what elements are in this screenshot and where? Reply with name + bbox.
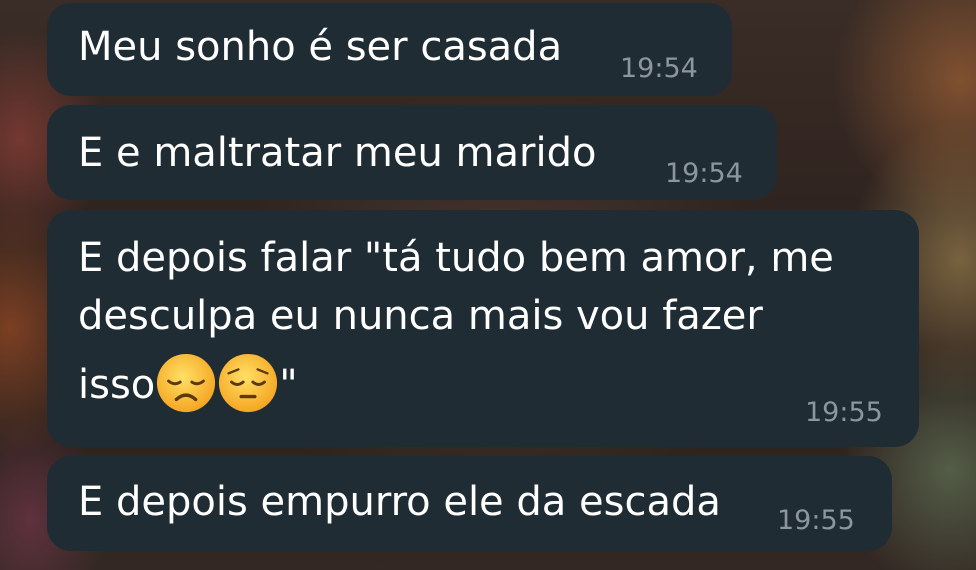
message-timestamp: 19:55 bbox=[805, 397, 883, 428]
disappointed-face-icon bbox=[157, 353, 216, 413]
message-text: E depois empurro ele da escada bbox=[78, 479, 721, 525]
message-text-line: desculpa eu nunca mais vou fazer bbox=[78, 293, 763, 339]
message-bubble[interactable]: Meu sonho é ser casada 19:54 bbox=[47, 3, 732, 96]
message-bubble[interactable]: E e maltratar meu marido 19:54 bbox=[47, 105, 777, 200]
message-timestamp: 19:55 bbox=[777, 505, 855, 536]
message-text-fragment: isso bbox=[78, 362, 156, 408]
message-text: Meu sonho é ser casada bbox=[78, 24, 563, 70]
pensive-face-icon bbox=[219, 353, 278, 413]
message-text: E e maltratar meu marido bbox=[78, 130, 597, 176]
message-timestamp: 19:54 bbox=[620, 53, 698, 84]
message-timestamp: 19:54 bbox=[665, 158, 743, 189]
message-text-line: E depois falar "tá tudo bem amor, me bbox=[78, 235, 834, 281]
message-bubble[interactable]: E depois falar "tá tudo bem amor, me des… bbox=[47, 210, 919, 447]
message-text-fragment: " bbox=[279, 362, 298, 408]
message-bubble[interactable]: E depois empurro ele da escada 19:55 bbox=[47, 456, 892, 551]
message-text-line: isso " bbox=[78, 352, 298, 414]
